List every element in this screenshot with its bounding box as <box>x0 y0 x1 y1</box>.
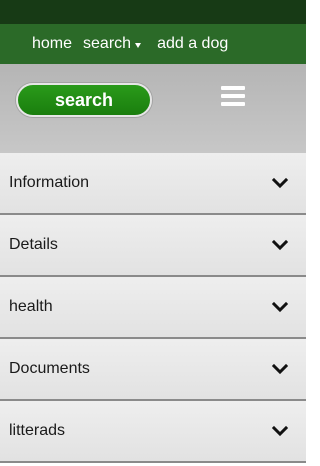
caret-down-icon <box>135 43 142 48</box>
section-label: health <box>9 298 53 315</box>
section-label: Details <box>9 236 58 253</box>
section-details[interactable]: Details <box>0 215 306 277</box>
chevron-down-icon <box>272 301 288 313</box>
hamburger-menu-icon[interactable] <box>221 86 245 106</box>
chevron-down-icon <box>272 177 288 189</box>
top-dark-strip <box>0 0 306 24</box>
section-label: Documents <box>9 360 90 377</box>
nav-add-dog-link[interactable]: add a dog <box>157 35 228 53</box>
section-documents[interactable]: Documents <box>0 339 306 401</box>
section-label: Information <box>9 174 90 191</box>
nav-search-dropdown[interactable]: search <box>83 35 142 53</box>
section-label: litterads <box>9 422 66 439</box>
nav-search-label: search <box>83 35 132 52</box>
search-button[interactable]: search <box>16 83 152 117</box>
app: home search add a dog search Information… <box>0 0 306 466</box>
chevron-down-icon <box>272 239 288 251</box>
section-health[interactable]: health <box>0 277 306 339</box>
section-litterads[interactable]: litterads <box>0 401 306 463</box>
section-information[interactable]: Information <box>0 153 306 215</box>
chevron-down-icon <box>272 425 288 437</box>
section-accordion: Information Details health Documents lit… <box>0 153 306 463</box>
toolbar: search <box>0 64 306 153</box>
nav-home-link[interactable]: home <box>32 35 72 53</box>
main-navbar: home search add a dog <box>0 24 306 64</box>
chevron-down-icon <box>272 363 288 375</box>
